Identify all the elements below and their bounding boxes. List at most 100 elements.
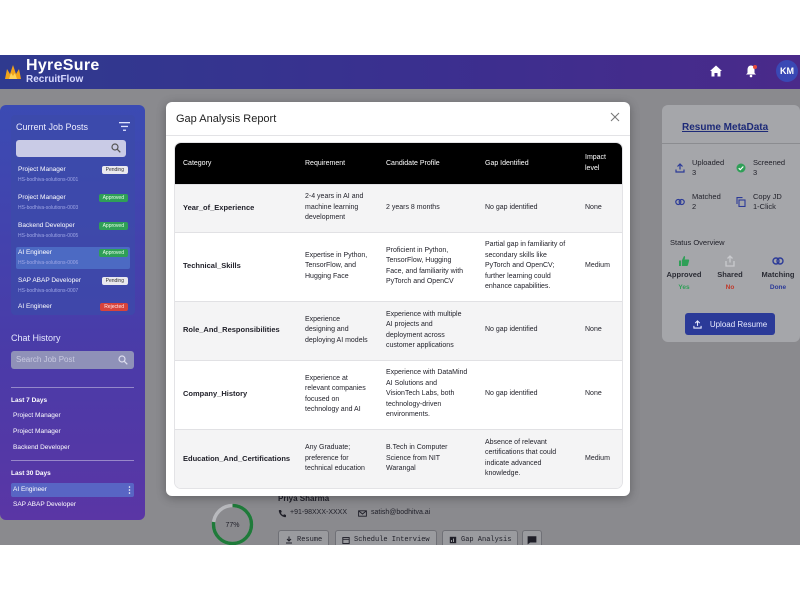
gap-cell: Absence of relevant certifications that … [477,428,577,488]
last-7-days-label: Last 7 Days [11,397,48,404]
share-icon [725,255,735,267]
requirement-cell: Experience designing and deploying AI mo… [297,300,378,360]
job-post-item[interactable]: SAP ABAP Developer HS-bodhiva-solutions-… [16,275,130,297]
uploaded-value: 3 [692,168,697,177]
status-badge: Rejected [100,303,128,311]
match-score-text: 77% [225,522,239,529]
overview-label: Shared [717,270,743,279]
category-cell: Company_History [175,359,297,429]
job-id: HS-bodhiva-solutions-0005 [18,233,79,239]
close-icon[interactable] [610,112,620,122]
upload-resume-button[interactable]: Upload Resume [685,313,775,335]
requirement-cell: 2-4 years in AI and machine learning dev… [297,183,378,232]
divider [11,387,134,388]
filter-icon[interactable] [119,122,130,131]
table-row: Technical_Skills Expertise in Python, Te… [175,231,622,301]
table-row: Year_of_Experience 2-4 years in AI and m… [175,183,622,232]
kebab-menu-icon[interactable] [128,486,131,494]
overview-status: Yes [678,284,690,291]
category-cell: Education_And_Certifications [175,428,297,488]
more-actions-button[interactable] [522,530,542,545]
job-posts-panel: Current Job Posts Project Manager HS-bod… [11,115,135,315]
job-post-item[interactable]: Backend Developer HS-bodhiva-solutions-0… [16,220,130,242]
job-post-item[interactable]: AI Engineer HS-bodhiva-solutions-0006 Ap… [16,247,130,269]
upload-icon [675,163,685,173]
screened-label: Screened [753,158,786,167]
job-id: HS-bodhiva-solutions-0007 [18,288,79,294]
resume-button[interactable]: Resume [278,530,330,545]
impact-cell: None [577,183,622,232]
chat-item[interactable]: SAP ABAP Developer [13,501,76,508]
job-post-item[interactable]: Project Manager HS-bodhiva-solutions-000… [16,164,130,186]
job-post-item[interactable]: Project Manager HS-bodhiva-solutions-000… [16,192,130,214]
category-cell: Technical_Skills [175,231,297,301]
table-row: Education_And_Certifications Any Graduat… [175,428,622,488]
search-icon [118,355,128,365]
upload-resume-label: Upload Resume [709,319,768,329]
top-bar: HyreSure RecruitFlow KM [0,55,800,89]
bell-icon[interactable] [744,64,758,78]
matched-label: Matched [692,192,721,201]
candidate-phone: +91-98XXX-XXXX [290,509,348,516]
flame-logo-icon [5,65,21,79]
overview-matching: Matching Done [756,255,800,291]
job-search-input[interactable] [16,140,126,157]
gap-cell: No gap identified [477,359,577,429]
link-icon [675,198,685,206]
resume-button-label: Resume [297,536,323,544]
overview-label: Approved [666,270,702,279]
table-row: Role_And_Responsibilities Experience des… [175,300,622,360]
gap-cell: Partial gap in familiarity of secondary … [477,231,577,301]
upload-icon [693,319,702,329]
divider [11,460,134,461]
brand-title: HyreSure [26,57,100,74]
column-header: Gap Identified [477,143,577,184]
job-title: Backend Developer [18,222,75,229]
resume-metadata-title[interactable]: Resume MetaData [682,122,768,133]
chat-item-label: AI Engineer [13,486,47,493]
status-badge: Approved [98,194,128,202]
copy-jd-stat[interactable]: Copy JD 1-Click [753,192,782,212]
requirement-cell: Expertise in Python, TensorFlow, and Hug… [297,231,378,301]
impact-cell: Medium [577,428,622,488]
chat-item-active[interactable]: AI Engineer [11,483,134,497]
table-header-row: Category Requirement Candidate Profile G… [175,143,622,184]
gap-analysis-table: Category Requirement Candidate Profile G… [175,143,622,488]
chat-item[interactable]: Project Manager [13,428,61,435]
match-score-ring: 77% [211,503,254,545]
phone-icon [278,510,286,518]
column-header: Requirement [297,143,378,184]
copy-jd-label: Copy JD [753,192,782,201]
job-title: Project Manager [18,166,66,173]
chat-item[interactable]: Backend Developer [13,444,70,451]
matched-value: 2 [692,202,697,211]
user-avatar[interactable]: KM [776,60,798,82]
home-icon[interactable] [709,64,723,78]
screened-value: 3 [753,168,758,177]
status-badge: Pending [101,166,128,174]
modal-title: Gap Analysis Report [176,113,277,125]
gap-analysis-button[interactable]: Gap Analysis [442,530,519,545]
resume-metadata-panel: Resume MetaData Uploaded 3 Screened 3 Ma… [662,105,800,342]
gap-cell: No gap identified [477,300,577,360]
status-badge: Pending [101,277,128,285]
profile-cell: B.Tech in Computer Science from NIT Wara… [378,428,477,488]
requirement-cell: Experience at relevant companies focused… [297,359,378,429]
job-post-item[interactable]: AI Engineer Rejected [16,301,130,323]
download-icon [286,536,292,544]
status-badge: Approved [98,222,128,230]
profile-cell: 2 years 8 months [378,183,477,232]
overview-status: Done [769,284,787,291]
copy-icon[interactable] [736,197,746,207]
chat-search-input[interactable]: Search Job Post [11,351,134,369]
chart-icon [449,536,457,544]
divider [662,143,800,144]
column-header: Candidate Profile [378,143,477,184]
chat-item[interactable]: Project Manager [13,412,61,419]
schedule-interview-button[interactable]: Schedule Interview [335,530,437,545]
search-icon [111,143,121,153]
last-30-days-label: Last 30 Days [11,470,51,477]
copy-jd-sub: 1-Click [753,202,776,211]
status-badge: Approved [98,249,128,257]
message-icon [527,536,537,545]
